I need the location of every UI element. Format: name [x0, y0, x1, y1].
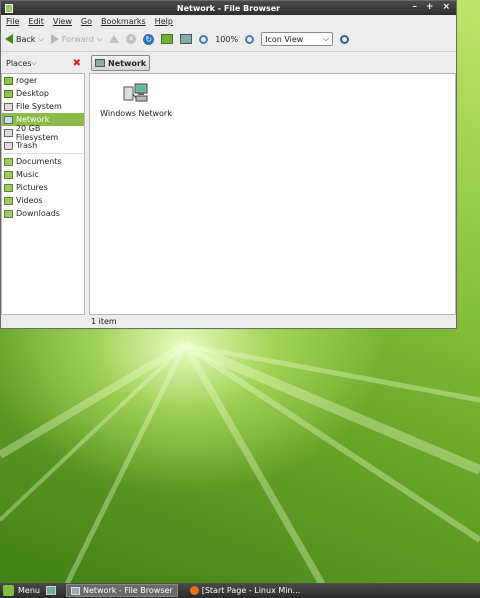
sidebar-item-documents[interactable]: Documents — [2, 155, 84, 168]
maximize-button[interactable]: + — [426, 2, 434, 12]
network-icon — [4, 115, 13, 124]
menu-view[interactable]: View — [53, 17, 72, 26]
file-item-windows-network[interactable]: Windows Network — [100, 82, 172, 118]
sidebar-item-label: 20 GB Filesystem — [15, 123, 59, 142]
forward-history-chevron-icon[interactable]: ⌵ — [97, 35, 102, 44]
folder-icon — [4, 157, 13, 166]
breadcrumb-label: Network — [108, 58, 147, 68]
menu-label: Menu — [18, 586, 40, 595]
up-icon[interactable] — [109, 35, 120, 43]
task-label: [Start Page - Linux Min... — [201, 586, 301, 595]
network-computers-icon — [123, 83, 148, 102]
sidebar-item-label: Pictures — [16, 183, 48, 192]
window-title: Network - File Browser — [176, 3, 281, 13]
forward-arrow-icon — [50, 34, 59, 44]
view-mode-select[interactable]: Icon View ⌵ — [261, 32, 334, 46]
icon-view-pane[interactable]: Windows Network — [89, 73, 456, 315]
sidebar-item-label: Desktop — [16, 89, 49, 98]
home-icon[interactable] — [161, 34, 174, 44]
sidebar-item-label: Music — [16, 170, 39, 179]
sidebar-item-desktop[interactable]: Desktop — [2, 87, 84, 100]
close-sidebar-icon[interactable]: ✖ — [73, 58, 81, 69]
sidebar-item-label: File System — [16, 102, 62, 111]
breadcrumb-network[interactable]: Network — [91, 55, 151, 71]
sidebar-item-videos[interactable]: Videos — [2, 194, 84, 207]
back-history-chevron-icon[interactable]: ⌵ — [38, 35, 43, 44]
file-browser-window: Network - File Browser – + × File Edit V… — [0, 0, 457, 329]
menu-button[interactable]: Menu — [0, 585, 40, 596]
back-label: Back — [16, 34, 36, 44]
menu-edit[interactable]: Edit — [28, 17, 44, 26]
places-chevron-icon: ⌵ — [31, 58, 37, 67]
trash-icon — [4, 141, 13, 150]
bottom-panel: Menu Network - File Browser [Start Page … — [0, 583, 480, 598]
taskbar-item-file-browser[interactable]: Network - File Browser — [65, 584, 178, 597]
taskbar-item-browser[interactable]: [Start Page - Linux Min... — [186, 584, 304, 597]
network-icon — [95, 59, 105, 67]
location-bar: Places ⌵ ✖ Network — [1, 52, 456, 74]
menu-file[interactable]: File — [6, 17, 19, 26]
places-dropdown[interactable]: Places ⌵ ✖ — [1, 58, 85, 69]
home-folder-icon — [4, 76, 13, 85]
computer-icon[interactable] — [180, 34, 193, 44]
folder-icon — [4, 170, 13, 179]
toolbar: Back ⌵ Forward ⌵ ✕ ↻ 100% Icon View ⌵ — [1, 27, 456, 52]
sidebar-divider — [2, 153, 84, 154]
folder-icon — [4, 196, 13, 205]
network-icon — [70, 586, 80, 595]
mint-logo-icon — [3, 585, 14, 596]
sidebar-item-label: roger — [16, 76, 38, 85]
sidebar-item-label: Downloads — [16, 209, 60, 218]
firefox-icon — [189, 586, 199, 595]
sidebar-item-pictures[interactable]: Pictures — [2, 181, 84, 194]
title-bar[interactable]: Network - File Browser – + × — [1, 1, 456, 15]
file-item-label: Windows Network — [100, 109, 172, 118]
close-button[interactable]: × — [442, 2, 450, 12]
back-arrow-icon — [5, 34, 13, 44]
reload-icon[interactable]: ↻ — [143, 33, 155, 45]
drive-icon — [4, 102, 13, 111]
desktop-icon — [4, 89, 13, 98]
forward-label: Forward — [61, 34, 94, 44]
sidebar-item-file-system[interactable]: File System — [2, 100, 84, 113]
menu-go[interactable]: Go — [81, 17, 92, 26]
zoom-in-icon[interactable] — [245, 34, 255, 44]
sidebar-item-roger[interactable]: roger — [2, 74, 84, 87]
chevron-down-icon: ⌵ — [323, 34, 330, 43]
view-mode-value: Icon View — [265, 34, 304, 44]
menu-help[interactable]: Help — [155, 17, 173, 26]
places-sidebar: roger Desktop File System Network 20 GB … — [1, 73, 85, 315]
folder-icon — [4, 183, 13, 192]
status-text: 1 item — [91, 317, 117, 326]
show-desktop-icon[interactable] — [45, 586, 56, 595]
sidebar-item-label: Documents — [16, 157, 62, 166]
places-label: Places — [6, 58, 32, 68]
drive-icon — [4, 128, 13, 137]
sidebar-item-label: Videos — [16, 196, 43, 205]
back-button[interactable]: Back ⌵ — [5, 34, 44, 44]
sidebar-item-label: Trash — [16, 141, 38, 150]
menu-bookmarks[interactable]: Bookmarks — [101, 17, 146, 26]
search-icon[interactable] — [340, 34, 350, 44]
stop-icon[interactable]: ✕ — [126, 34, 137, 44]
zoom-level: 100% — [215, 34, 239, 44]
folder-icon — [4, 209, 13, 218]
sidebar-item-20gb-filesystem[interactable]: 20 GB Filesystem — [2, 123, 84, 142]
minimize-button[interactable]: – — [412, 2, 417, 12]
sidebar-item-music[interactable]: Music — [2, 168, 84, 181]
forward-button[interactable]: Forward ⌵ — [50, 34, 102, 44]
menu-bar: File Edit View Go Bookmarks Help — [1, 15, 456, 27]
zoom-out-icon[interactable] — [199, 34, 209, 44]
task-label: Network - File Browser — [82, 586, 173, 595]
status-bar: 1 item — [89, 315, 458, 328]
sidebar-item-downloads[interactable]: Downloads — [2, 207, 84, 220]
